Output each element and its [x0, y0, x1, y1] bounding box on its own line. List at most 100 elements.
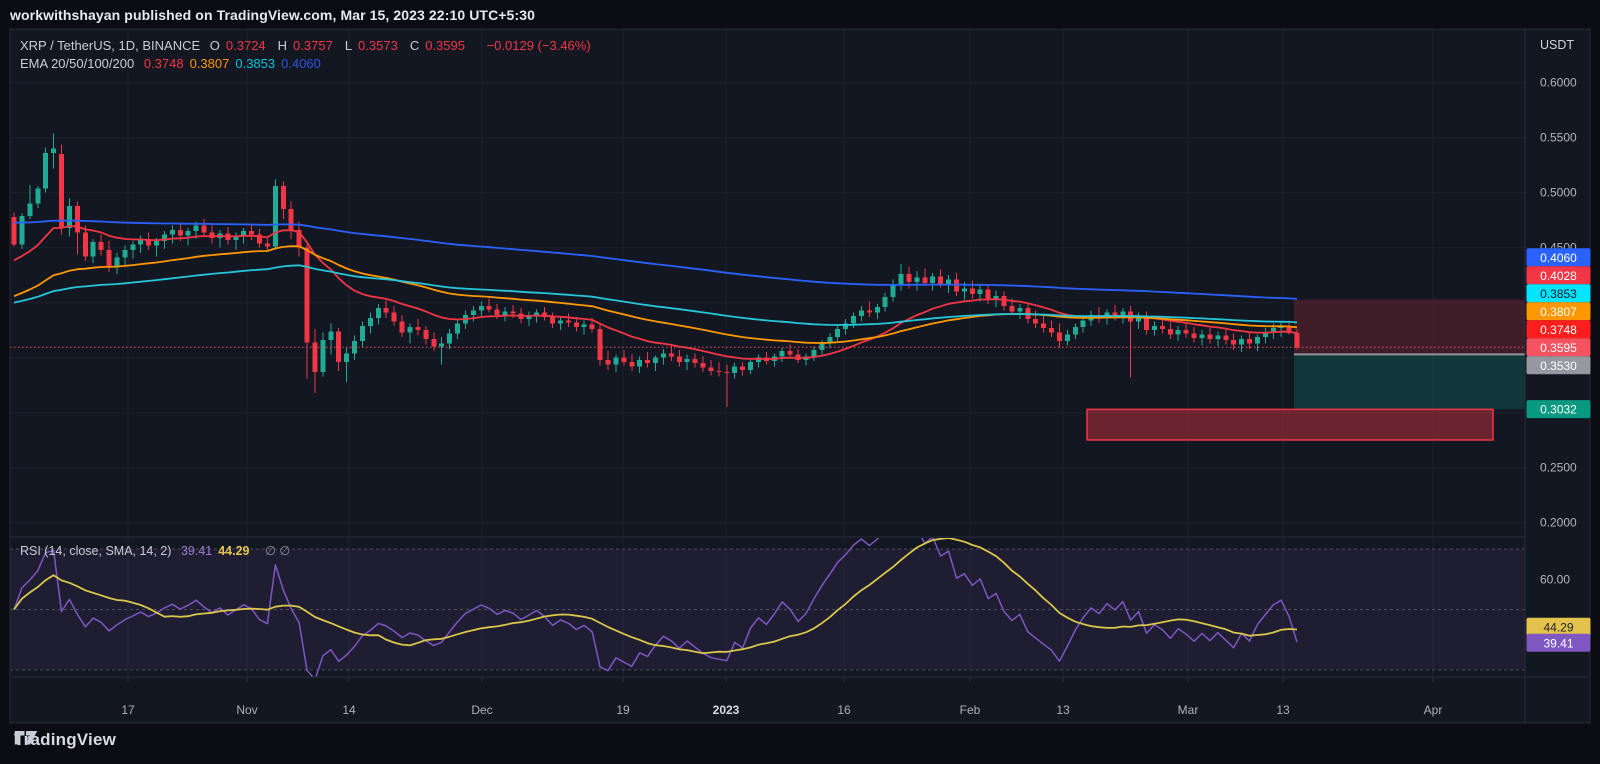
demand-zone[interactable]: [1294, 354, 1525, 409]
price-tick: 0.5500: [1540, 131, 1577, 145]
time-label-13: 13: [1276, 703, 1290, 717]
candle-body: [495, 309, 500, 315]
candle-body: [938, 276, 943, 284]
candle-body: [510, 312, 515, 314]
candle-body: [202, 226, 207, 233]
candle-body: [59, 154, 64, 228]
supply-zone[interactable]: [1294, 300, 1525, 355]
candle-body: [503, 312, 508, 315]
time-label-Feb: Feb: [960, 703, 981, 717]
price-label-0.3530: 0.3530: [1540, 359, 1577, 373]
candle-body: [1002, 296, 1007, 306]
candle-body: [891, 285, 896, 297]
candle-body: [851, 316, 856, 324]
symbol-legend[interactable]: XRP / TetherUS, 1D, BINANCE O0.3724H0.37…: [20, 38, 597, 53]
candle-body: [194, 226, 199, 232]
candle-body: [400, 321, 405, 332]
candle-body: [914, 277, 919, 281]
price-tick: 0.5000: [1540, 186, 1577, 200]
candle-body: [1009, 306, 1014, 312]
time-label-Mar: Mar: [1178, 703, 1199, 717]
price-tick: 0.2500: [1540, 461, 1577, 475]
price-tick: 0.6000: [1540, 76, 1577, 90]
candle-body: [732, 367, 737, 374]
candle-body: [653, 358, 658, 364]
candle-body: [954, 280, 959, 292]
time-label-13: 13: [1056, 703, 1070, 717]
candle-body: [819, 343, 824, 350]
candle-body: [598, 329, 603, 360]
change-value: −0.0129 (−3.46%): [487, 38, 591, 53]
candle-body: [376, 308, 381, 318]
candle-body: [43, 153, 48, 188]
candle-body: [455, 324, 460, 334]
footer-brand[interactable]: TradingView: [14, 730, 116, 750]
candle-body: [305, 248, 310, 343]
candle-body: [186, 231, 191, 235]
candle-body: [249, 231, 254, 234]
candle-body: [899, 274, 904, 285]
price-label-0.4028: 0.4028: [1540, 269, 1577, 283]
price-label-0.3595: 0.3595: [1540, 341, 1577, 355]
candle-body: [1223, 336, 1228, 340]
candle-body: [1160, 326, 1165, 329]
axis-currency-label: USDT: [1540, 38, 1574, 52]
candle-body: [1215, 336, 1220, 339]
ema-title: EMA 20/50/100/200: [20, 56, 134, 71]
candle-body: [1207, 335, 1212, 339]
candle-body: [1184, 330, 1189, 333]
candle-body: [368, 318, 373, 326]
candle-body: [835, 329, 840, 337]
candle-body: [1152, 326, 1157, 330]
rsi-title: RSI (14, close, SMA, 14, 2): [20, 544, 171, 558]
ohlc-values: O0.3724H0.3757L0.3573C0.3595: [210, 38, 477, 53]
candle-body: [574, 323, 579, 327]
candle-body: [75, 206, 80, 232]
candle-body: [487, 306, 492, 309]
candle-body: [1073, 327, 1078, 335]
candle-body: [859, 310, 864, 316]
time-label-Dec: Dec: [471, 703, 492, 717]
candle-body: [1017, 308, 1022, 311]
candle-body: [431, 339, 436, 347]
ema-value-2: 0.3853: [235, 56, 275, 71]
candle-body: [558, 320, 563, 323]
candle-body: [1231, 340, 1236, 344]
time-label-Apr: Apr: [1424, 703, 1443, 717]
candle-body: [1065, 335, 1070, 342]
candle-body: [471, 310, 476, 314]
support-red-box[interactable]: [1087, 409, 1493, 440]
candle-body: [479, 306, 484, 310]
ema-legend[interactable]: EMA 20/50/100/200 0.37480.38070.38530.40…: [20, 56, 333, 71]
candle-body: [788, 351, 793, 354]
rsi-legend[interactable]: RSI (14, close, SMA, 14, 2) 39.4144.29 ∅…: [20, 543, 296, 558]
rsi-values: 39.4144.29: [181, 544, 256, 558]
candle-body: [693, 359, 698, 363]
time-label-17: 17: [121, 703, 135, 717]
candle-body: [708, 368, 713, 371]
candle-body: [550, 317, 555, 324]
candle-body: [360, 326, 365, 341]
candle-body: [566, 320, 571, 322]
time-label-2023: 2023: [713, 703, 740, 717]
legend-O: O0.3724: [210, 38, 272, 53]
candle-body: [582, 325, 587, 327]
candle-body: [336, 331, 341, 362]
time-label-16: 16: [837, 703, 851, 717]
chart-canvas[interactable]: USDT0.60000.55000.50000.45000.40000.3500…: [0, 0, 1600, 764]
candle-body: [1168, 329, 1173, 335]
candle-body: [1255, 337, 1260, 344]
candle-body: [1033, 319, 1038, 323]
candle-body: [99, 242, 104, 250]
candle-body: [978, 290, 983, 294]
symbol-title: XRP / TetherUS, 1D, BINANCE: [20, 38, 200, 53]
candle-body: [986, 290, 991, 300]
candle-body: [613, 358, 618, 365]
candle-body: [930, 276, 935, 283]
rsi-label-44.29: 44.29: [1543, 620, 1573, 634]
candle-body: [51, 149, 56, 153]
tradingview-logo-icon: [14, 730, 38, 750]
candle-body: [12, 217, 17, 245]
ema-values: 0.37480.38070.38530.4060: [144, 56, 327, 71]
candle-body: [289, 209, 294, 230]
